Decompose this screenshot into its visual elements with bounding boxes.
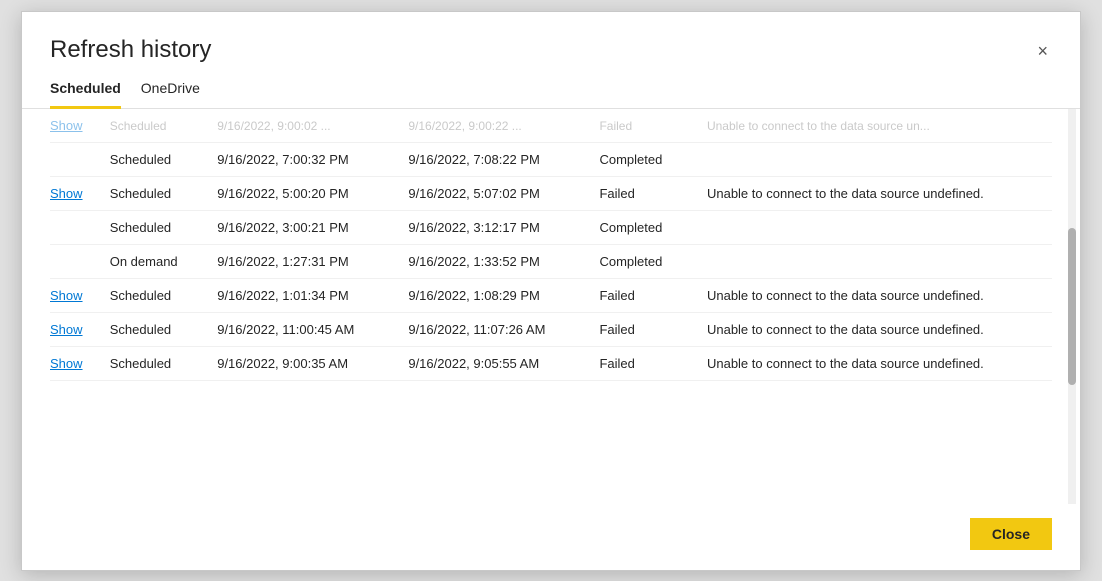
scrollbar-thumb[interactable] bbox=[1068, 228, 1076, 386]
status-cell: Failed bbox=[599, 177, 707, 211]
show-link-cell[interactable]: Show bbox=[50, 313, 110, 347]
close-button[interactable]: Close bbox=[970, 518, 1052, 550]
end-cell: 9/16/2022, 7:08:22 PM bbox=[408, 143, 599, 177]
show-link-cell[interactable]: Show bbox=[50, 279, 110, 313]
empty-cell bbox=[50, 143, 110, 177]
close-x-button[interactable]: × bbox=[1033, 38, 1052, 64]
end-cell: 9/16/2022, 11:07:26 AM bbox=[408, 313, 599, 347]
end-cell: 9/16/2022, 3:12:17 PM bbox=[408, 211, 599, 245]
table-row: ShowScheduled9/16/2022, 1:01:34 PM9/16/2… bbox=[50, 279, 1052, 313]
type-cell: Scheduled bbox=[110, 177, 218, 211]
empty-cell bbox=[50, 211, 110, 245]
type-cell: Scheduled bbox=[110, 279, 218, 313]
start-cell: 9/16/2022, 7:00:32 PM bbox=[217, 143, 408, 177]
show-link-cell[interactable]: Show bbox=[50, 177, 110, 211]
type-cell: Scheduled bbox=[110, 347, 218, 381]
end-cell: 9/16/2022, 9:00:22 ... bbox=[408, 109, 599, 143]
end-cell: 9/16/2022, 9:05:55 AM bbox=[408, 347, 599, 381]
table-container: ShowScheduled9/16/2022, 9:00:02 ...9/16/… bbox=[22, 109, 1080, 503]
start-cell: 9/16/2022, 11:00:45 AM bbox=[217, 313, 408, 347]
status-cell: Failed bbox=[599, 347, 707, 381]
tab-onedrive[interactable]: OneDrive bbox=[141, 76, 200, 109]
start-cell: 9/16/2022, 3:00:21 PM bbox=[217, 211, 408, 245]
error-cell: Unable to connect to the data source und… bbox=[707, 347, 1052, 381]
table-row: Scheduled9/16/2022, 3:00:21 PM9/16/2022,… bbox=[50, 211, 1052, 245]
status-cell: Failed bbox=[599, 279, 707, 313]
error-cell bbox=[707, 143, 1052, 177]
type-cell: Scheduled bbox=[110, 143, 218, 177]
refresh-history-modal: Refresh history × Scheduled OneDrive Sho… bbox=[21, 11, 1081, 571]
start-cell: 9/16/2022, 9:00:02 ... bbox=[217, 109, 408, 143]
modal-header: Refresh history × bbox=[22, 12, 1080, 65]
modal-footer: Close bbox=[22, 504, 1080, 570]
error-cell bbox=[707, 245, 1052, 279]
error-cell bbox=[707, 211, 1052, 245]
table-row: ShowScheduled9/16/2022, 9:00:02 ...9/16/… bbox=[50, 109, 1052, 143]
type-cell: Scheduled bbox=[110, 313, 218, 347]
type-cell: Scheduled bbox=[110, 109, 218, 143]
type-cell: Scheduled bbox=[110, 211, 218, 245]
table-row: ShowScheduled9/16/2022, 11:00:45 AM9/16/… bbox=[50, 313, 1052, 347]
table-row: ShowScheduled9/16/2022, 5:00:20 PM9/16/2… bbox=[50, 177, 1052, 211]
status-cell: Completed bbox=[599, 245, 707, 279]
error-cell: Unable to connect to the data source und… bbox=[707, 177, 1052, 211]
end-cell: 9/16/2022, 1:08:29 PM bbox=[408, 279, 599, 313]
modal-title: Refresh history bbox=[50, 36, 211, 65]
start-cell: 9/16/2022, 1:27:31 PM bbox=[217, 245, 408, 279]
end-cell: 9/16/2022, 1:33:52 PM bbox=[408, 245, 599, 279]
tab-bar: Scheduled OneDrive bbox=[22, 64, 1080, 109]
show-link-cell[interactable]: Show bbox=[50, 347, 110, 381]
status-cell: Completed bbox=[599, 211, 707, 245]
status-cell: Failed bbox=[599, 109, 707, 143]
start-cell: 9/16/2022, 5:00:20 PM bbox=[217, 177, 408, 211]
status-cell: Failed bbox=[599, 313, 707, 347]
start-cell: 9/16/2022, 1:01:34 PM bbox=[217, 279, 408, 313]
status-cell: Completed bbox=[599, 143, 707, 177]
scrollbar-track[interactable] bbox=[1068, 109, 1076, 503]
tab-scheduled[interactable]: Scheduled bbox=[50, 76, 121, 109]
error-cell: Unable to connect to the data source un.… bbox=[707, 109, 1052, 143]
start-cell: 9/16/2022, 9:00:35 AM bbox=[217, 347, 408, 381]
table-row: ShowScheduled9/16/2022, 9:00:35 AM9/16/2… bbox=[50, 347, 1052, 381]
empty-cell bbox=[50, 245, 110, 279]
error-cell: Unable to connect to the data source und… bbox=[707, 313, 1052, 347]
table-row: Scheduled9/16/2022, 7:00:32 PM9/16/2022,… bbox=[50, 143, 1052, 177]
end-cell: 9/16/2022, 5:07:02 PM bbox=[408, 177, 599, 211]
error-cell: Unable to connect to the data source und… bbox=[707, 279, 1052, 313]
refresh-history-table: ShowScheduled9/16/2022, 9:00:02 ...9/16/… bbox=[50, 109, 1052, 381]
show-link-cell[interactable]: Show bbox=[50, 109, 110, 143]
type-cell: On demand bbox=[110, 245, 218, 279]
table-row: On demand9/16/2022, 1:27:31 PM9/16/2022,… bbox=[50, 245, 1052, 279]
